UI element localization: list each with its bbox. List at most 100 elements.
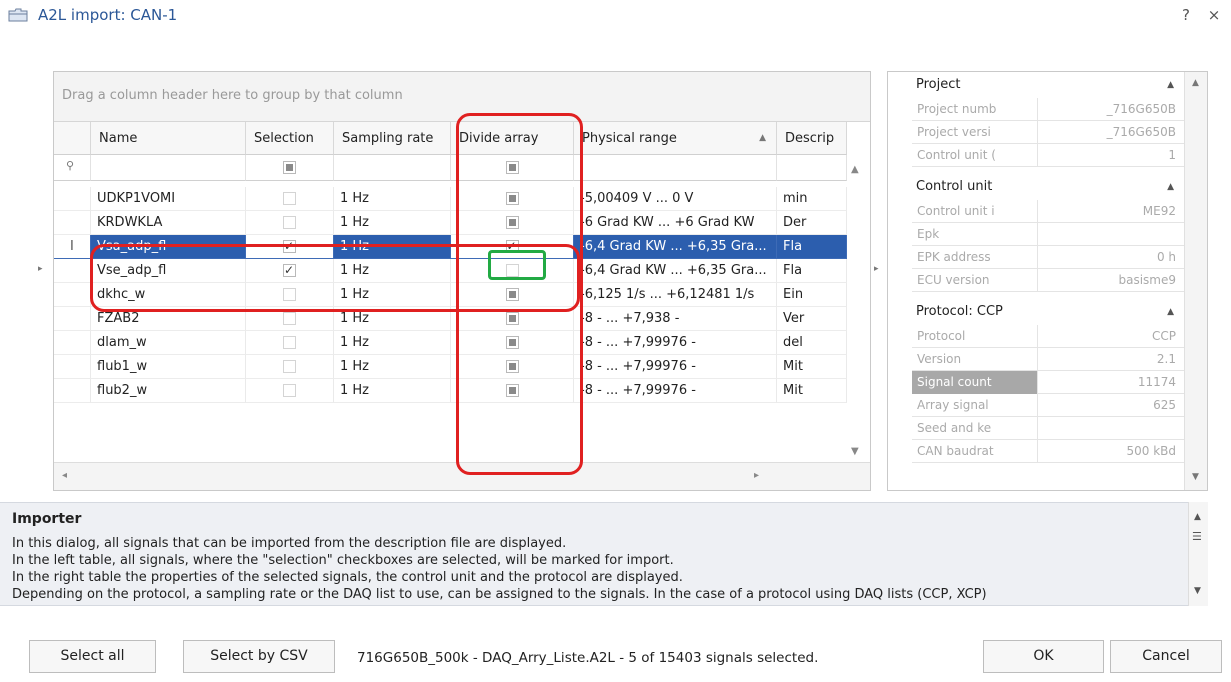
row-indicator[interactable] — [54, 355, 91, 379]
filter-row-indicator: ⚲ — [54, 155, 91, 181]
properties-panel: Project ▲ Project numb _716G650B Project ver… — [887, 71, 1208, 491]
property-row[interactable]: Control unit i ME92 — [912, 200, 1184, 223]
cancel-button[interactable]: Cancel — [1110, 640, 1222, 673]
cell-selection[interactable] — [246, 379, 334, 403]
desc-scroll-thumb-icon[interactable]: ☰ — [1192, 530, 1202, 543]
row-indicator[interactable] — [54, 259, 91, 283]
selection-checkbox[interactable] — [283, 384, 296, 397]
close-button[interactable]: × — [1206, 6, 1222, 24]
property-category[interactable]: Protocol: CCP ▲ — [888, 299, 1184, 325]
selection-checkbox[interactable] — [283, 312, 296, 325]
row-indicator[interactable] — [54, 211, 91, 235]
cell-selection[interactable] — [246, 331, 334, 355]
cell-description: Ein — [777, 283, 847, 307]
right-splitter-arrow-icon[interactable]: ▸ — [874, 264, 879, 274]
column-header-description[interactable]: Descrip — [777, 122, 847, 155]
description-title: Importer — [12, 511, 82, 527]
cell-description: Fla — [777, 259, 847, 283]
filter-name[interactable] — [91, 155, 246, 181]
help-button[interactable]: ? — [1178, 6, 1194, 24]
left-splitter-arrow-icon[interactable]: ▸ — [38, 264, 43, 274]
props-scroll-up-icon[interactable]: ▲ — [1192, 78, 1199, 88]
title-bar: A2L import: CAN-1 ? × — [0, 0, 1231, 30]
desc-scroll-up-icon[interactable]: ▲ — [1194, 512, 1201, 522]
row-indicator[interactable]: I — [54, 235, 91, 259]
property-key: EPK address — [912, 246, 1038, 269]
property-row[interactable]: Array signal 625 — [912, 394, 1184, 417]
sort-ascending-icon: ▲ — [759, 133, 766, 143]
property-value: 0 h — [1156, 250, 1176, 264]
filter-sampling-rate[interactable] — [334, 155, 451, 181]
selection-checkbox[interactable] — [283, 336, 296, 349]
column-header-name[interactable]: Name — [91, 122, 246, 155]
filter-selection-checkbox[interactable] — [283, 161, 296, 174]
property-category[interactable]: Project ▲ — [888, 72, 1184, 98]
description-line: In the right table the properties of the… — [12, 570, 683, 585]
column-header-physical-range-label: Physical range — [582, 131, 677, 146]
property-row[interactable]: Project versi _716G650B — [912, 121, 1184, 144]
description-line: Depending on the protocol, a sampling ra… — [12, 587, 987, 602]
property-row[interactable]: Signal count 11174 — [912, 371, 1184, 394]
filter-selection[interactable] — [246, 155, 334, 181]
window-title: A2L import: CAN-1 — [38, 6, 178, 24]
row-indicator[interactable] — [54, 283, 91, 307]
property-row[interactable]: Protocol CCP — [912, 325, 1184, 348]
row-indicator[interactable] — [54, 379, 91, 403]
selection-checkbox[interactable] — [283, 216, 296, 229]
cell-selection[interactable] — [246, 187, 334, 211]
property-row[interactable]: Epk — [912, 223, 1184, 246]
property-row[interactable]: Project numb _716G650B — [912, 98, 1184, 121]
cell-physical-range: -8 - ... +7,938 - — [574, 307, 777, 331]
cell-sampling-rate: 1 Hz — [334, 355, 451, 379]
row-indicator[interactable] — [54, 187, 91, 211]
column-header-physical-range[interactable]: Physical range ▲ — [574, 122, 777, 155]
collapse-arrow-icon[interactable]: ▲ — [1167, 72, 1174, 98]
row-indicator[interactable] — [54, 307, 91, 331]
desc-scroll-down-icon[interactable]: ▼ — [1194, 586, 1201, 596]
property-row[interactable]: CAN baudrat 500 kBd — [912, 440, 1184, 463]
property-key: Project versi — [912, 121, 1038, 144]
property-key: ECU version — [912, 269, 1038, 292]
description-scrollbar[interactable]: ▲ ☰ ▼ — [1188, 502, 1208, 606]
property-category-title: Control unit — [916, 179, 993, 194]
row-indicator[interactable] — [54, 331, 91, 355]
cell-description: Mit — [777, 379, 847, 403]
scroll-right-icon[interactable]: ▸ — [754, 470, 759, 481]
property-value: CCP — [1152, 329, 1176, 343]
collapse-arrow-icon[interactable]: ▲ — [1167, 174, 1174, 200]
collapse-arrow-icon[interactable]: ▲ — [1167, 299, 1174, 325]
property-category[interactable]: Control unit ▲ — [888, 174, 1184, 200]
property-category-title: Protocol: CCP — [916, 304, 1003, 319]
selection-checkbox[interactable] — [283, 192, 296, 205]
property-key: Project numb — [912, 98, 1038, 121]
row-indicator-header — [54, 122, 91, 155]
property-row[interactable]: Seed and ke — [912, 417, 1184, 440]
cell-sampling-rate: 1 Hz — [334, 187, 451, 211]
property-row[interactable]: Control unit (1 — [912, 144, 1184, 167]
property-key: Version — [912, 348, 1038, 371]
property-value: _716G650B — [1106, 125, 1176, 139]
column-header-sampling-rate[interactable]: Sampling rate — [334, 122, 451, 155]
property-row[interactable]: EPK address 0 h — [912, 246, 1184, 269]
scroll-left-icon[interactable]: ◂ — [62, 470, 67, 481]
select-all-button[interactable]: Select all — [29, 640, 156, 673]
properties-scrollbar[interactable]: ▲ ▼ — [1184, 72, 1207, 490]
cell-selection[interactable] — [246, 211, 334, 235]
property-value: 2.1 — [1156, 352, 1176, 366]
selection-checkbox[interactable] — [283, 360, 296, 373]
filter-description[interactable] — [777, 155, 847, 181]
grid-scroll-up-icon[interactable]: ▲ — [851, 164, 859, 175]
cell-physical-range: -8 - ... +7,99976 - — [574, 355, 777, 379]
property-row[interactable]: Version 2.1 — [912, 348, 1184, 371]
filter-physical-range[interactable] — [574, 155, 777, 181]
divide-checkbox-highlight — [488, 250, 546, 280]
grid-scroll-down-icon[interactable]: ▼ — [851, 446, 859, 457]
column-header-selection[interactable]: Selection — [246, 122, 334, 155]
cell-physical-range: -6,125 1/s ... +6,12481 1/s — [574, 283, 777, 307]
cell-selection[interactable] — [246, 355, 334, 379]
select-by-csv-button[interactable]: Select by CSV — [183, 640, 335, 673]
description-panel: Importer In this dialog, all signals tha… — [0, 502, 1208, 606]
property-row[interactable]: ECU version basisme9 — [912, 269, 1184, 292]
ok-button[interactable]: OK — [983, 640, 1104, 673]
props-scroll-down-icon[interactable]: ▼ — [1192, 472, 1199, 482]
